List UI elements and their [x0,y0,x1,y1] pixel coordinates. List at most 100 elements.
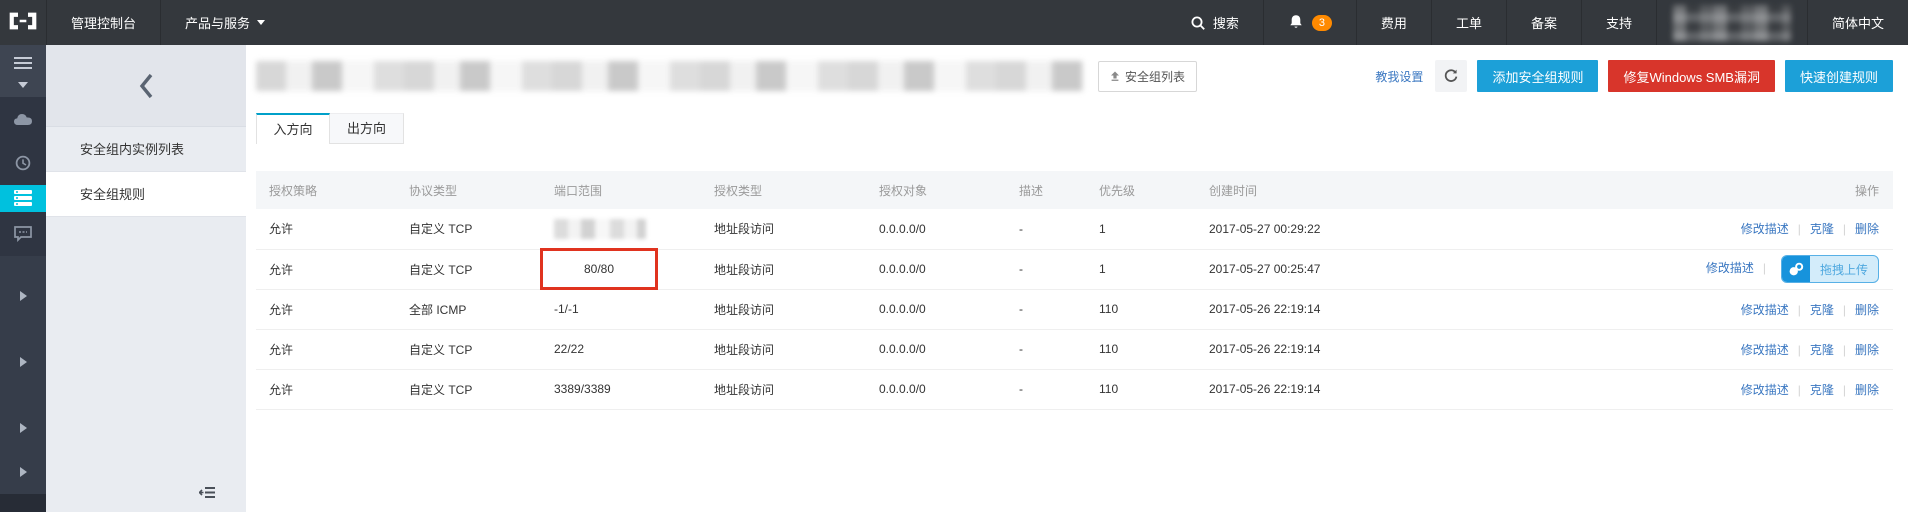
cell-auth-object: 0.0.0.0/0 [866,289,1006,330]
fix-smb-button[interactable]: 修复Windows SMB漏洞 [1608,60,1775,92]
drag-upload-overlay-button[interactable]: 拖拽上传 [1780,255,1879,283]
cell-protocol: 全部 ICMP [396,289,541,330]
nav-billing[interactable]: 费用 [1355,0,1431,45]
delete-link[interactable]: 删除 [1855,343,1879,357]
delete-link[interactable]: 删除 [1855,383,1879,397]
quick-create-button[interactable]: 快速创建规则 [1784,60,1893,92]
menu-toggle-button[interactable] [0,54,46,72]
nav-products-label: 产品与服务 [185,16,251,31]
nav-beian-label: 备案 [1530,16,1557,31]
sidebar-item-instance-list[interactable]: 安全组内实例列表 [46,127,246,173]
delete-link[interactable]: 删除 [1855,303,1879,317]
cell-protocol: 自定义 TCP [396,329,541,370]
nav-products-menu[interactable]: 产品与服务 [160,0,289,45]
cell-policy: 允许 [256,249,396,290]
action-separator: | [1842,342,1846,357]
cell-priority: 1 [1086,249,1196,290]
sidebar-item-cloud[interactable] [0,97,46,141]
arrow-right-icon [19,466,27,477]
nav-account[interactable] [1655,0,1807,45]
nav-ticket[interactable]: 工单 [1430,0,1506,45]
refresh-button[interactable] [1435,60,1468,92]
port-highlight-annotation: 80/80 [540,248,658,290]
nav-support[interactable]: 支持 [1580,0,1656,45]
arrow-right-icon [19,422,27,433]
main-content: 安全组列表 教我设置 添加安全组规则 修复Windows SMB漏洞 快速创建规… [246,45,1908,512]
clone-link[interactable]: 克隆 [1810,303,1834,317]
nav-search-label: 搜索 [1212,16,1239,31]
col-auth-type: 授权类型 [701,171,866,209]
rail-footer-segment [0,493,46,512]
edit-description-link[interactable]: 修改描述 [1741,222,1789,236]
cell-policy: 允许 [256,209,396,250]
nav-ticket-label: 工单 [1455,16,1482,31]
cell-description: - [1006,289,1086,330]
table-row: 允许 自定义 TCP 80/80 地址段访问 0.0.0.0/0-1 2017-05-27… [256,248,1893,290]
arrow-right-icon [19,290,27,301]
cell-priority: 110 [1086,289,1196,330]
netdisk-logo-icon [1781,256,1810,282]
back-to-list-button[interactable]: 安全组列表 [1098,60,1198,92]
table-header-row: 授权策略 协议类型 端口范围 授权类型 授权对象 描述 优先级 创建时间 操作 [256,171,1893,209]
delete-link[interactable]: 删除 [1855,222,1879,236]
cell-actions: 修改描述 | 克隆 | 删除 [1586,289,1893,330]
sidebar-item-history[interactable] [0,141,46,185]
edit-description-link[interactable]: 修改描述 [1706,261,1754,275]
col-protocol: 协议类型 [396,171,541,209]
rail-expand-group-1[interactable] [0,274,46,318]
clone-link[interactable]: 克隆 [1810,343,1834,357]
nav-beian[interactable]: 备案 [1505,0,1581,45]
cell-created: 2017-05-27 00:25:47 [1196,249,1586,290]
nav-language[interactable]: 简体中文 [1806,0,1908,45]
cell-policy: 允许 [256,329,396,370]
nav-notifications[interactable]: 3 [1262,0,1356,45]
edit-description-link[interactable]: 修改描述 [1741,303,1789,317]
cell-port-range: 3389/3389 [541,369,701,410]
aliyun-logo[interactable] [0,0,46,45]
cloud-icon [14,113,32,125]
tab-outbound[interactable]: 出方向 [330,113,404,144]
nav-console[interactable]: 管理控制台 [46,0,160,45]
sidebar-back-button[interactable] [46,45,246,128]
edit-description-link[interactable]: 修改描述 [1741,343,1789,357]
up-arrow-icon [1111,71,1119,81]
rail-expand-group-3[interactable] [0,406,46,450]
tab-inbound[interactable]: 入方向 [256,113,330,144]
nav-search[interactable]: 搜索 [1166,0,1263,45]
clone-link[interactable]: 克隆 [1810,222,1834,236]
rail-expand-group-4[interactable] [0,450,46,494]
cell-actions: 修改描述 | 克隆 | 删除 [1586,329,1893,370]
table-row: 允许 自定义 TCP 3389/3389 地址段访问 0.0.0.0/0-110 2017… [256,369,1893,410]
sidebar-item-console[interactable] [0,212,46,256]
cell-description: - [1006,249,1086,290]
aliyun-logo-icon [8,11,38,34]
sidebar-item-ecs-active[interactable] [0,184,46,212]
col-actions: 操作 [1586,171,1893,209]
rail-products-segment [0,96,46,185]
edit-description-link[interactable]: 修改描述 [1741,383,1789,397]
cell-protocol: 自定义 TCP [396,249,541,290]
cell-priority: 1 [1086,209,1196,250]
cell-actions: 修改描述 | 克隆 | 删除 [1586,209,1893,250]
add-rule-button[interactable]: 添加安全组规则 [1477,60,1599,92]
cell-auth-type: 地址段访问 [701,329,866,370]
rail-expander[interactable] [0,81,46,88]
rail-bottom-segment [0,255,46,494]
chevron-down-icon [257,20,266,25]
action-separator: | [1797,302,1801,317]
clone-link[interactable]: 克隆 [1810,383,1834,397]
header-actions: 教我设置 添加安全组规则 修复Windows SMB漏洞 快速创建规则 [1375,60,1893,92]
sidebar-item-security-rules[interactable]: 安全组规则 [46,172,246,218]
col-auth-object: 授权对象 [866,171,1006,209]
cell-auth-type: 地址段访问 [701,369,866,410]
cell-actions: 修改描述 | 拖拽上传 [1586,249,1893,290]
cell-actions: 修改描述 | 克隆 | 删除 [1586,369,1893,410]
rail-expand-group-2[interactable] [0,340,46,384]
collapse-panel-button[interactable] [198,486,216,504]
page-header: 安全组列表 教我设置 添加安全组规则 修复Windows SMB漏洞 快速创建规… [256,59,1893,93]
teach-me-link[interactable]: 教我设置 [1375,68,1423,85]
clock-icon [15,155,31,171]
nav-console-label: 管理控制台 [71,16,137,31]
rail-mid-segment [0,211,46,256]
back-to-list-label: 安全组列表 [1125,69,1186,84]
